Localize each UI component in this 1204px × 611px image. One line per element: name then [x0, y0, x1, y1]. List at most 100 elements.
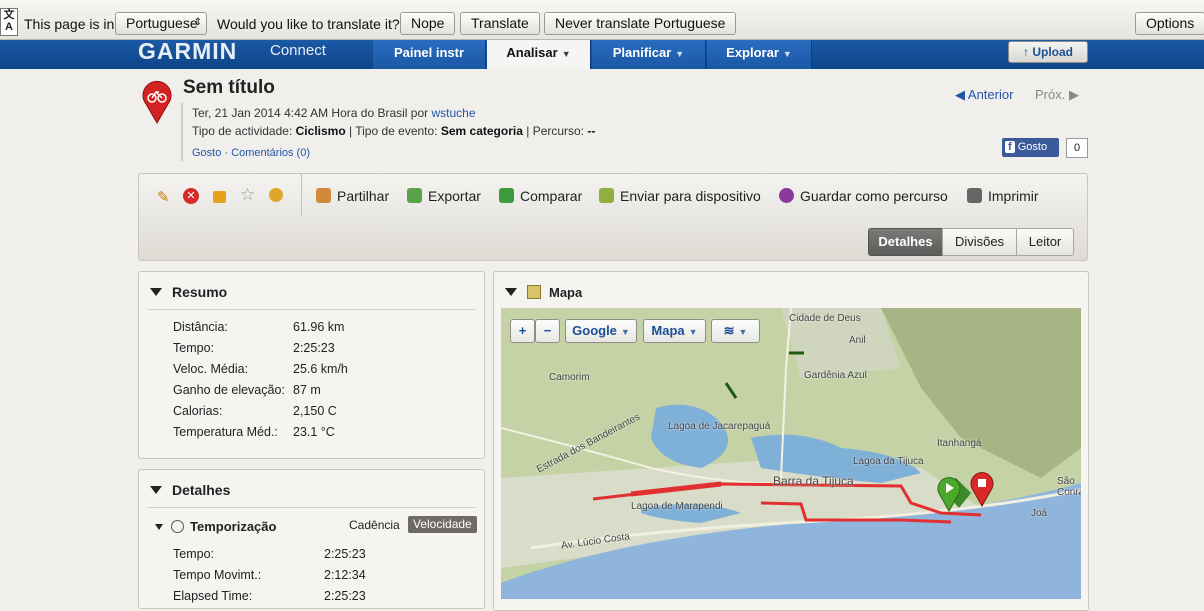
details-header[interactable]: Detalhes: [150, 482, 230, 498]
summary-value: 2,150 C: [293, 404, 337, 418]
layers-icon: ≋: [723, 323, 735, 338]
tab-detalhes[interactable]: Detalhes: [868, 228, 943, 256]
activity-date: Ter, 21 Jan 2014 4:42 AM Hora do Brasil …: [192, 106, 476, 120]
zoom-in-button[interactable]: +: [510, 319, 535, 343]
arrow-left-icon: ◀: [955, 87, 965, 102]
activity-title[interactable]: Sem título: [183, 77, 275, 99]
map-label: Cidade de Deus: [789, 313, 861, 324]
collapse-triangle-icon: [155, 524, 163, 530]
social-links: Gosto · Comentários (0): [192, 147, 310, 159]
map-label: Lagoa da Tijuca: [853, 456, 924, 467]
facebook-icon: f: [1005, 141, 1015, 153]
details-label: Elapsed Time:: [173, 589, 253, 603]
cadence-toggle[interactable]: Cadência: [349, 518, 400, 532]
lock-icon[interactable]: [213, 191, 226, 203]
map-label: Camorim: [549, 372, 590, 383]
zoom-out-button[interactable]: −: [535, 319, 560, 343]
chevron-down-icon: ▼: [738, 327, 748, 337]
map-layers-button[interactable]: ≋ ▼: [711, 319, 760, 343]
course-icon: [779, 188, 794, 203]
start-marker-icon[interactable]: [937, 476, 961, 512]
collapse-triangle-icon: [150, 486, 162, 494]
chevron-down-icon: ▼: [620, 327, 630, 337]
share-icon: [316, 188, 331, 203]
delete-icon[interactable]: ✕: [183, 188, 199, 204]
send-device-icon: [599, 188, 614, 203]
facebook-like-button[interactable]: f Gosto: [1002, 138, 1059, 157]
chevron-down-icon: ▼: [688, 327, 698, 337]
map-label: Joá: [1031, 508, 1048, 519]
collapse-triangle-icon: [505, 288, 517, 296]
tab-explorar[interactable]: Explorar ▼: [707, 40, 812, 69]
edit-pencil-icon[interactable]: ✎: [157, 188, 173, 206]
language-select[interactable]: Portuguese ⇕: [115, 12, 207, 35]
translate-question: Would you like to translate it?: [217, 16, 400, 32]
print-button[interactable]: Imprimir: [967, 188, 1039, 204]
details-label: Tempo:: [173, 547, 214, 561]
meta-divider: [181, 103, 183, 161]
toolbar-divider: [301, 174, 302, 216]
star-icon[interactable]: ☆: [240, 185, 256, 204]
summary-label: Tempo:: [173, 341, 214, 355]
cycling-pin-icon: [142, 80, 172, 124]
chevron-down-icon: ▼: [782, 49, 792, 59]
map-label: Anil: [849, 335, 866, 346]
summary-label: Veloc. Média:: [173, 362, 249, 376]
map-provider-select[interactable]: Google ▼: [565, 319, 637, 343]
options-button[interactable]: Options: [1135, 12, 1204, 35]
route-map[interactable]: Cidade de Deus Anil Gardênia Azul Camori…: [501, 308, 1081, 599]
facebook-like-count: 0: [1066, 138, 1088, 158]
chevron-down-icon: ▼: [675, 49, 685, 59]
send-to-device-button[interactable]: Enviar para dispositivo: [599, 188, 761, 204]
previous-link[interactable]: ◀ Anterior: [955, 87, 1013, 103]
details-value: 2:12:34: [324, 568, 366, 582]
summary-value: 87 m: [293, 383, 321, 397]
export-button[interactable]: Exportar: [407, 188, 481, 204]
like-link[interactable]: Gosto: [192, 147, 221, 159]
summary-value: 23.1 °C: [293, 425, 335, 439]
nope-button[interactable]: Nope: [400, 12, 456, 35]
activity-toolbar: ✎ ✕ ☆ Partilhar Exportar Comparar Enviar…: [138, 173, 1088, 261]
map-type-select[interactable]: Mapa ▼: [643, 319, 706, 343]
timing-section-header[interactable]: Temporização: [155, 519, 276, 534]
upload-button[interactable]: ↑ Upload: [1008, 41, 1088, 63]
speed-toggle[interactable]: Velocidade: [408, 516, 477, 533]
map-canvas: [501, 308, 1081, 599]
garmin-logo[interactable]: GARMIN: [138, 38, 237, 65]
translate-prefix: This page is in: [24, 16, 115, 32]
clock-icon: [171, 520, 184, 533]
details-value: 2:25:23: [324, 547, 366, 561]
comments-link[interactable]: Comentários (0): [231, 147, 310, 159]
next-link[interactable]: Próx. ▶: [1035, 87, 1079, 103]
tab-analisar[interactable]: Analisar ▼: [487, 40, 591, 69]
map-label: Lagoa de Jacarepaguá: [668, 421, 771, 432]
user-link[interactable]: wstuche: [431, 106, 475, 120]
main-nav: GARMIN Connect Painel instr Analisar ▼ Pl…: [0, 38, 1204, 69]
badge-icon[interactable]: [269, 188, 283, 202]
tab-divisoes[interactable]: Divisões: [942, 228, 1017, 256]
arrow-right-icon: ▶: [1068, 87, 1079, 102]
summary-value: 25.6 km/h: [293, 362, 348, 376]
translate-button[interactable]: Translate: [460, 12, 540, 35]
summary-label: Calorias:: [173, 404, 223, 418]
activity-type: Tipo de actividade: Ciclismo | Tipo de e…: [192, 124, 596, 138]
share-button[interactable]: Partilhar: [316, 188, 389, 204]
compare-button[interactable]: Comparar: [499, 188, 582, 204]
map-header[interactable]: Mapa: [505, 284, 582, 300]
tab-leitor[interactable]: Leitor: [1016, 228, 1074, 256]
tab-painel-instr[interactable]: Painel instr: [373, 40, 486, 69]
connect-logo: Connect: [270, 42, 326, 59]
finish-marker-icon[interactable]: [970, 471, 994, 507]
summary-header[interactable]: Resumo: [150, 284, 227, 300]
summary-value: 2:25:23: [293, 341, 335, 355]
map-label: Lagoa de Marapendi: [631, 501, 723, 512]
details-label: Tempo Movimt.:: [173, 568, 262, 582]
chevron-down-icon: ▼: [561, 49, 571, 59]
never-translate-button[interactable]: Never translate Portuguese: [544, 12, 737, 35]
summary-label: Ganho de elevação:: [173, 383, 285, 397]
tab-planificar[interactable]: Planificar ▼: [592, 40, 706, 69]
compare-icon: [499, 188, 514, 203]
save-course-button[interactable]: Guardar como percurso: [779, 188, 948, 204]
map-label: Barra da Tijuca: [773, 474, 854, 488]
summary-label: Distância:: [173, 320, 228, 334]
